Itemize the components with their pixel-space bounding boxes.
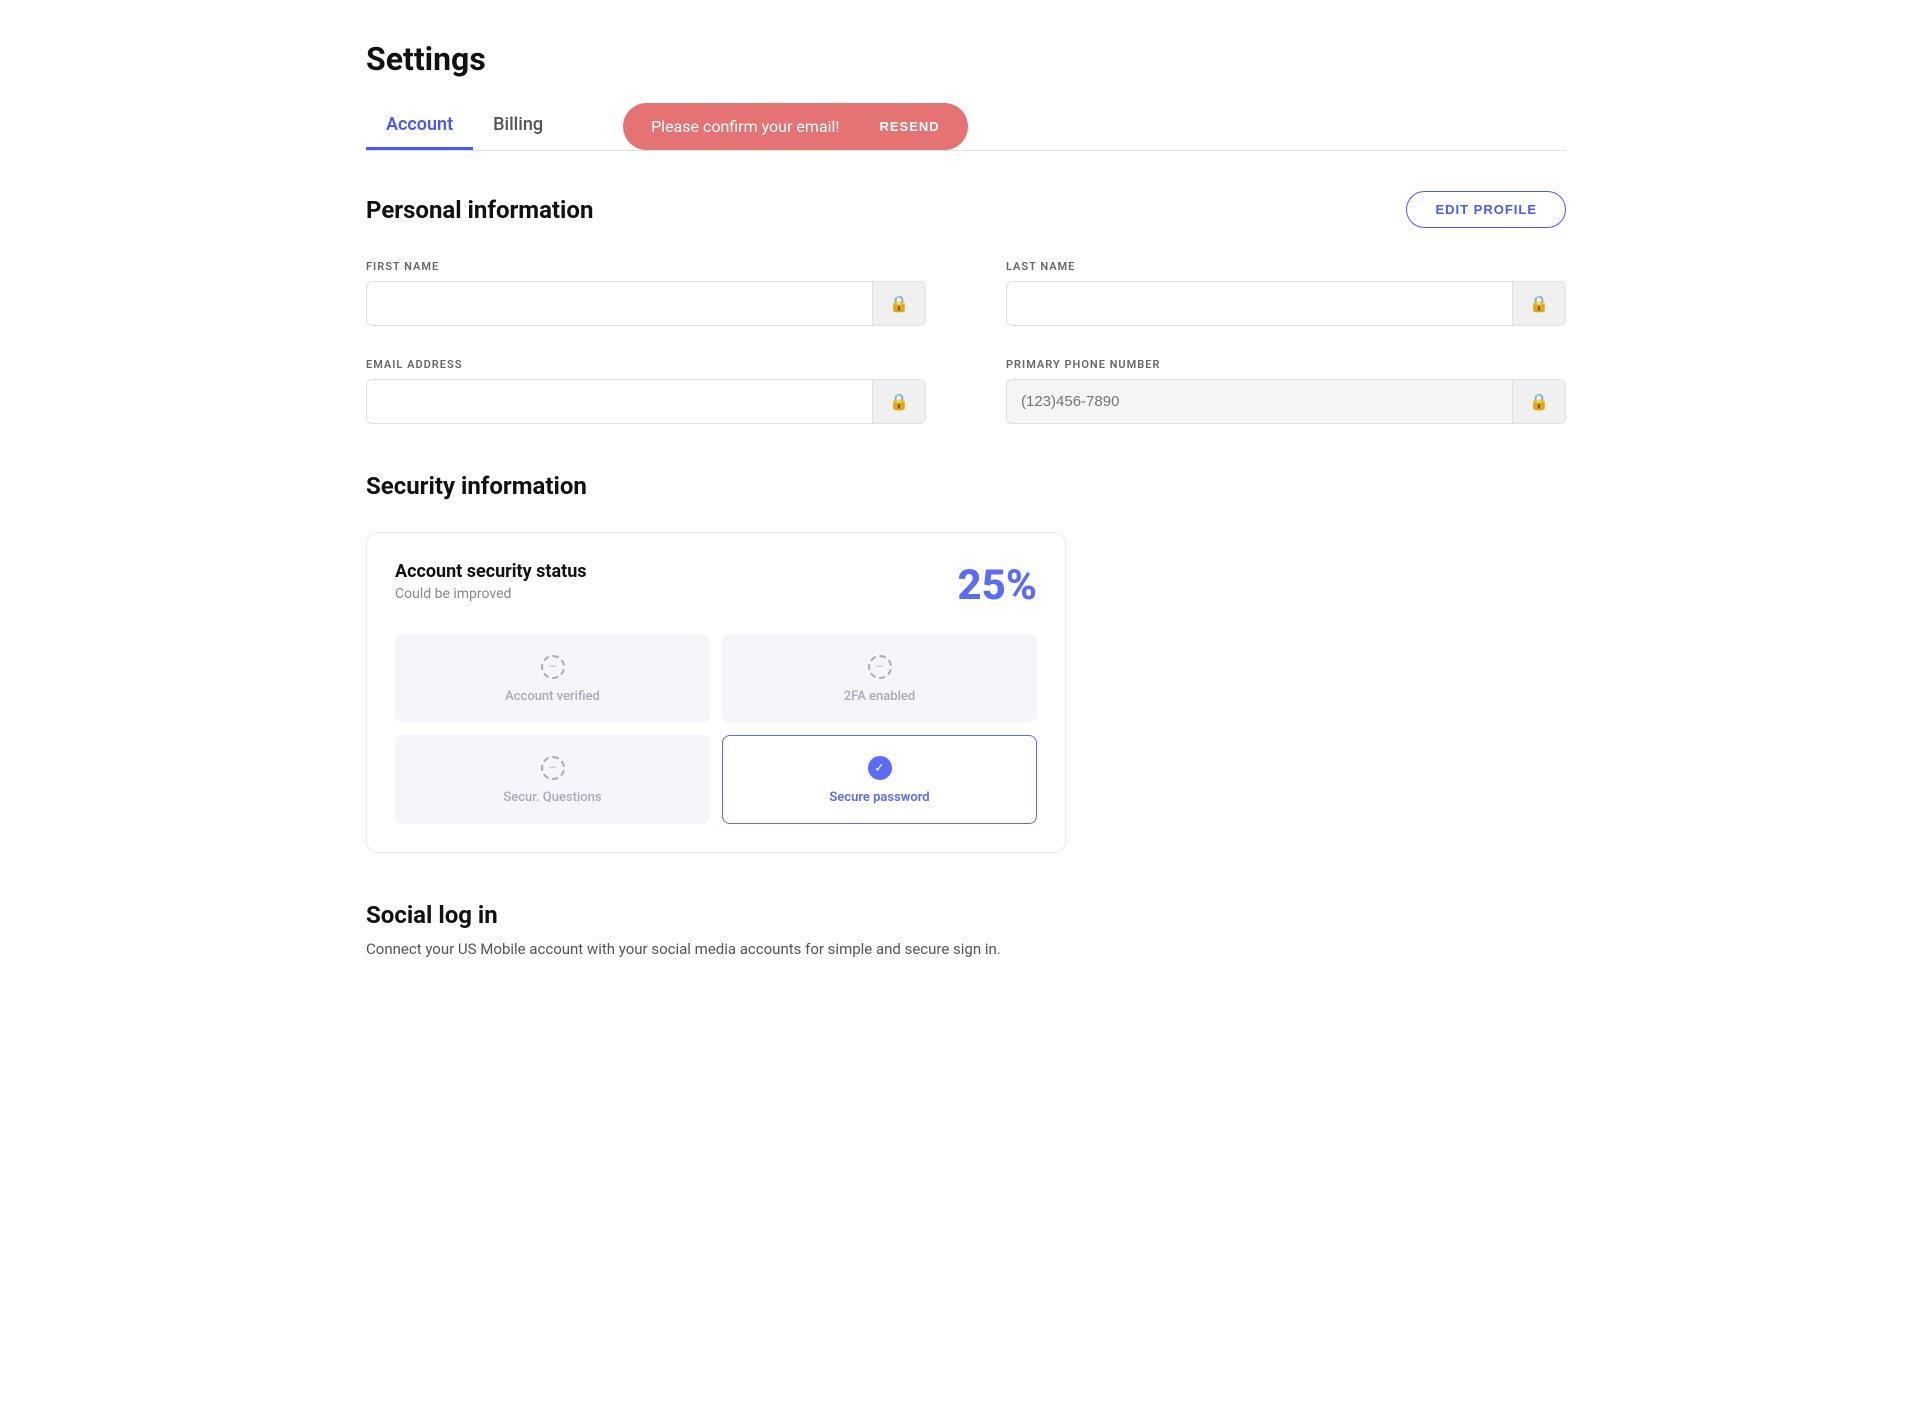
security-card-subtitle: Could be improved xyxy=(395,586,587,602)
personal-information-section: Personal information EDIT PROFILE FIRST … xyxy=(366,191,1566,424)
phone-label: PRIMARY PHONE NUMBER xyxy=(1006,358,1566,371)
tab-billing[interactable]: Billing xyxy=(473,102,563,150)
lock-icon: 🔒 xyxy=(1529,294,1549,313)
email-input-wrapper: 🔒 xyxy=(366,379,926,424)
security-card-header: Account security status Could be improve… xyxy=(395,561,1037,610)
email-banner-message: Please confirm your email! xyxy=(651,117,839,136)
security-items-grid: — Account verified — 2FA enabled xyxy=(395,634,1037,824)
first-name-input-wrapper: 🔒 xyxy=(366,281,926,326)
last-name-lock: 🔒 xyxy=(1512,282,1565,325)
security-information-section: Security information Account security st… xyxy=(366,472,1566,853)
security-info-header: Security information xyxy=(366,472,1566,500)
security-card-title: Account security status xyxy=(395,561,587,582)
secure-password-icon: ✓ xyxy=(866,754,894,782)
header-row: Account Billing Please confirm your emai… xyxy=(366,102,1566,150)
last-name-input-wrapper: 🔒 xyxy=(1006,281,1566,326)
security-questions-icon: — xyxy=(539,754,567,782)
personal-info-form: FIRST NAME 🔒 LAST NAME 🔒 xyxy=(366,260,1566,424)
2fa-icon: — xyxy=(866,653,894,681)
circle-dashed-questions-icon: — xyxy=(541,756,565,780)
last-name-group: LAST NAME 🔒 xyxy=(1006,260,1566,326)
resend-button[interactable]: RESEND xyxy=(880,119,940,134)
social-login-description: Connect your US Mobile account with your… xyxy=(366,937,1566,961)
personal-info-header: Personal information EDIT PROFILE xyxy=(366,191,1566,228)
last-name-label: LAST NAME xyxy=(1006,260,1566,273)
phone-input[interactable] xyxy=(1007,381,1512,422)
tab-divider xyxy=(366,150,1566,151)
circle-dashed-2fa-icon: — xyxy=(868,655,892,679)
security-card-text: Account security status Could be improve… xyxy=(395,561,587,602)
security-info-title: Security information xyxy=(366,472,587,500)
circle-check-icon: ✓ xyxy=(868,756,892,780)
phone-lock: 🔒 xyxy=(1512,380,1565,423)
social-login-section: Social log in Connect your US Mobile acc… xyxy=(366,901,1566,961)
first-name-group: FIRST NAME 🔒 xyxy=(366,260,926,326)
first-name-lock: 🔒 xyxy=(872,282,925,325)
tab-account[interactable]: Account xyxy=(366,102,473,150)
first-name-input[interactable] xyxy=(367,283,872,324)
page-title: Settings xyxy=(366,40,1566,78)
security-questions-label: Secur. Questions xyxy=(503,790,601,805)
account-verified-label: Account verified xyxy=(505,689,600,704)
social-login-title: Social log in xyxy=(366,901,1566,929)
circle-dashed-icon: — xyxy=(541,655,565,679)
lock-icon: 🔒 xyxy=(889,294,909,313)
security-item-2fa[interactable]: — 2FA enabled xyxy=(722,634,1037,723)
security-percentage: 25% xyxy=(957,561,1037,610)
email-input[interactable] xyxy=(367,381,872,422)
2fa-label: 2FA enabled xyxy=(844,689,915,704)
email-lock: 🔒 xyxy=(872,380,925,423)
security-item-account-verified[interactable]: — Account verified xyxy=(395,634,710,723)
tabs-container: Account Billing xyxy=(366,102,563,150)
phone-group: PRIMARY PHONE NUMBER 🔒 xyxy=(1006,358,1566,424)
security-card: Account security status Could be improve… xyxy=(366,532,1066,853)
personal-info-title: Personal information xyxy=(366,196,593,224)
first-name-label: FIRST NAME xyxy=(366,260,926,273)
security-item-secure-password[interactable]: ✓ Secure password xyxy=(722,735,1037,824)
lock-icon: 🔒 xyxy=(1529,392,1549,411)
email-group: EMAIL ADDRESS 🔒 xyxy=(366,358,926,424)
email-label: EMAIL ADDRESS xyxy=(366,358,926,371)
edit-profile-button[interactable]: EDIT PROFILE xyxy=(1406,191,1566,228)
account-verified-icon: — xyxy=(539,653,567,681)
secure-password-label: Secure password xyxy=(829,790,929,805)
lock-icon: 🔒 xyxy=(889,392,909,411)
phone-input-wrapper: 🔒 xyxy=(1006,379,1566,424)
email-confirmation-banner: Please confirm your email! RESEND xyxy=(623,103,968,150)
security-item-questions[interactable]: — Secur. Questions xyxy=(395,735,710,824)
last-name-input[interactable] xyxy=(1007,283,1512,324)
